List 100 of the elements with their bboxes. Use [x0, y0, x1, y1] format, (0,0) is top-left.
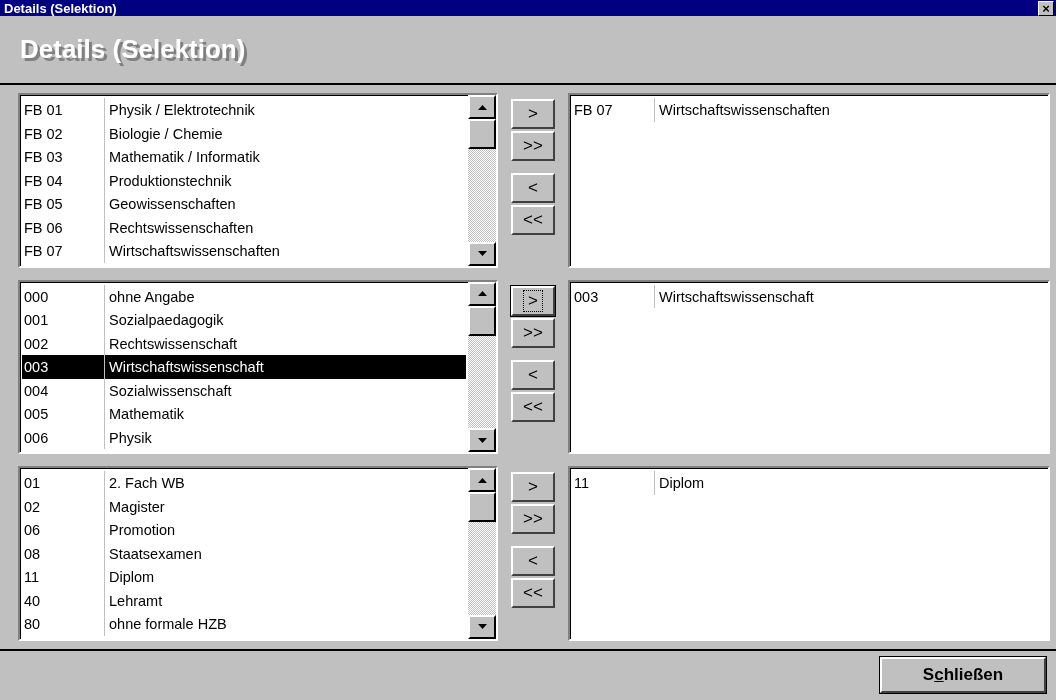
item-code: 002 — [23, 335, 50, 352]
item-code: 02 — [23, 498, 42, 515]
move-button[interactable]: > — [511, 99, 555, 130]
item-code: 40 — [23, 592, 42, 609]
item-name: ohne formale HZB — [104, 612, 466, 636]
item-code: 001 — [23, 312, 50, 329]
move-button[interactable]: << — [511, 391, 555, 422]
page-heading: Details (Selektion) — [20, 34, 246, 66]
list-item[interactable]: FB 07 Wirtschaftswissenschaften — [572, 98, 1046, 122]
item-name: Geowissenschaften — [104, 192, 466, 216]
scroll-thumb[interactable] — [468, 492, 496, 523]
selected-list[interactable]: 11 Diplom — [568, 466, 1050, 641]
item-code: 003 — [23, 359, 50, 376]
move-button[interactable]: > — [511, 285, 555, 316]
list-item[interactable]: 06 Promotion — [22, 518, 466, 542]
list-item[interactable]: 003 Wirtschaftswissenschaft — [22, 355, 466, 379]
list-item[interactable]: FB 07 Wirtschaftswissenschaften — [22, 239, 466, 263]
item-name: Mathematik / Informatik — [104, 145, 466, 169]
item-code: 006 — [23, 429, 50, 446]
item-name: Wirtschaftswissenschaft — [654, 284, 1046, 309]
scroll-up-button[interactable] — [468, 468, 496, 493]
list-item[interactable]: 006 Physik — [22, 425, 466, 450]
item-name: Biologie / Chemie — [104, 121, 466, 146]
list-item[interactable]: 40 Lehramt — [22, 588, 466, 613]
list-item[interactable]: 02 Magister — [22, 494, 466, 519]
list-item[interactable]: 01 2. Fach WB — [22, 471, 466, 495]
item-code: FB 02 — [23, 125, 64, 142]
item-code: 01 — [23, 475, 42, 492]
move-button[interactable]: < — [511, 173, 555, 204]
down-arrow-icon[interactable] — [477, 437, 487, 443]
item-name: Staatsexamen — [104, 541, 466, 566]
scroll-thumb[interactable] — [468, 305, 496, 336]
up-arrow-icon[interactable] — [477, 104, 487, 110]
list-item[interactable]: 004 Sozialwissenschaft — [22, 378, 466, 403]
item-code: 003 — [573, 288, 600, 305]
list-item[interactable]: FB 06 Rechtswissenschaften — [22, 215, 466, 240]
up-arrow-icon[interactable] — [477, 477, 487, 483]
item-code: 004 — [23, 382, 50, 399]
item-code: FB 07 — [23, 243, 64, 260]
move-button[interactable]: < — [511, 359, 555, 390]
item-code: FB 01 — [23, 102, 64, 119]
item-name: ohne Angabe — [104, 284, 466, 309]
move-button[interactable]: >> — [511, 317, 555, 348]
item-code: 11 — [573, 475, 591, 492]
scroll-down-button[interactable] — [468, 428, 496, 453]
up-arrow-icon[interactable] — [477, 291, 487, 297]
item-name: Wirtschaftswissenschaften — [654, 98, 1046, 122]
list-item[interactable]: 80 ohne formale HZB — [22, 612, 466, 636]
list-item[interactable]: FB 02 Biologie / Chemie — [22, 121, 466, 146]
scroll-thumb[interactable] — [468, 119, 496, 150]
list-item[interactable]: 001 Sozialpaedagogik — [22, 308, 466, 332]
list-item[interactable]: FB 01 Physik / Elektrotechnik — [22, 98, 466, 122]
move-button[interactable]: >> — [511, 131, 555, 162]
scrollbar[interactable] — [468, 95, 496, 266]
item-name: 2. Fach WB — [104, 471, 466, 495]
list-item[interactable]: FB 04 Produktionstechnik — [22, 168, 466, 193]
selected-list[interactable]: FB 07 Wirtschaftswissenschaften — [568, 93, 1050, 268]
list-item[interactable]: 11 Diplom — [572, 471, 1046, 495]
item-name: Physik — [104, 425, 466, 450]
item-name: Wirtschaftswissenschaft — [104, 355, 466, 379]
item-code: FB 07 — [573, 102, 614, 119]
scroll-up-button[interactable] — [468, 95, 496, 120]
move-button[interactable]: >> — [511, 504, 555, 535]
move-button[interactable]: << — [511, 578, 555, 609]
list-item[interactable]: FB 03 Mathematik / Informatik — [22, 145, 466, 169]
down-arrow-icon[interactable] — [477, 251, 487, 257]
move-button[interactable]: > — [511, 472, 555, 503]
close-button[interactable]: × — [1038, 0, 1054, 16]
item-code: 000 — [23, 288, 50, 305]
available-list[interactable]: 01 2. Fach WB 02 Magister 06 Promotion 08 Staatsexamen 11 Diplom 40 Lehramt 80 ohne formale HZB — [18, 466, 498, 641]
list-item[interactable]: 005 Mathematik — [22, 402, 466, 426]
available-list[interactable]: 000 ohne Angabe 001 Sozialpaedagogik 002 Rechtswissenschaft 003 Wirtschaftswissenschaft 004 Sozialwissenschaft 005 Mathematik 006 Physik — [18, 279, 498, 455]
move-button[interactable]: < — [511, 546, 555, 577]
selected-list[interactable]: 003 Wirtschaftswissenschaft — [568, 279, 1050, 455]
item-name: Rechtswissenschaften — [104, 215, 466, 240]
list-item[interactable]: 08 Staatsexamen — [22, 541, 466, 566]
item-name: Diplom — [654, 471, 1046, 495]
item-code: FB 03 — [23, 149, 64, 166]
list-item[interactable]: 11 Diplom — [22, 565, 466, 589]
item-name: Mathematik — [104, 402, 466, 426]
item-code: FB 04 — [23, 172, 64, 189]
item-code: 005 — [23, 406, 50, 423]
item-code: 11 — [23, 569, 41, 586]
item-code: 06 — [23, 522, 42, 539]
item-code: FB 06 — [23, 219, 64, 236]
scroll-up-button[interactable] — [468, 281, 496, 306]
down-arrow-icon[interactable] — [477, 624, 487, 630]
list-item[interactable]: FB 05 Geowissenschaften — [22, 192, 466, 216]
move-button[interactable]: << — [511, 205, 555, 236]
item-code: FB 05 — [23, 196, 64, 213]
scroll-down-button[interactable] — [468, 614, 496, 639]
close-dialog-button[interactable]: Schließen — [880, 657, 1046, 694]
item-name: Sozialpaedagogik — [104, 308, 466, 332]
scrollbar[interactable] — [468, 468, 496, 639]
list-item[interactable]: 000 ohne Angabe — [22, 284, 466, 309]
list-item[interactable]: 003 Wirtschaftswissenschaft — [572, 284, 1046, 309]
scrollbar[interactable] — [468, 281, 496, 453]
item-code: 80 — [23, 616, 42, 633]
available-list[interactable]: FB 01 Physik / Elektrotechnik FB 02 Biologie / Chemie FB 03 Mathematik / Informatik FB 04 Produktionstechnik FB 05 Geowissenschaften FB 06 Rechtswissenschaften FB 07 Wirtschaftswissenschaften — [18, 93, 498, 268]
scroll-down-button[interactable] — [468, 241, 496, 266]
